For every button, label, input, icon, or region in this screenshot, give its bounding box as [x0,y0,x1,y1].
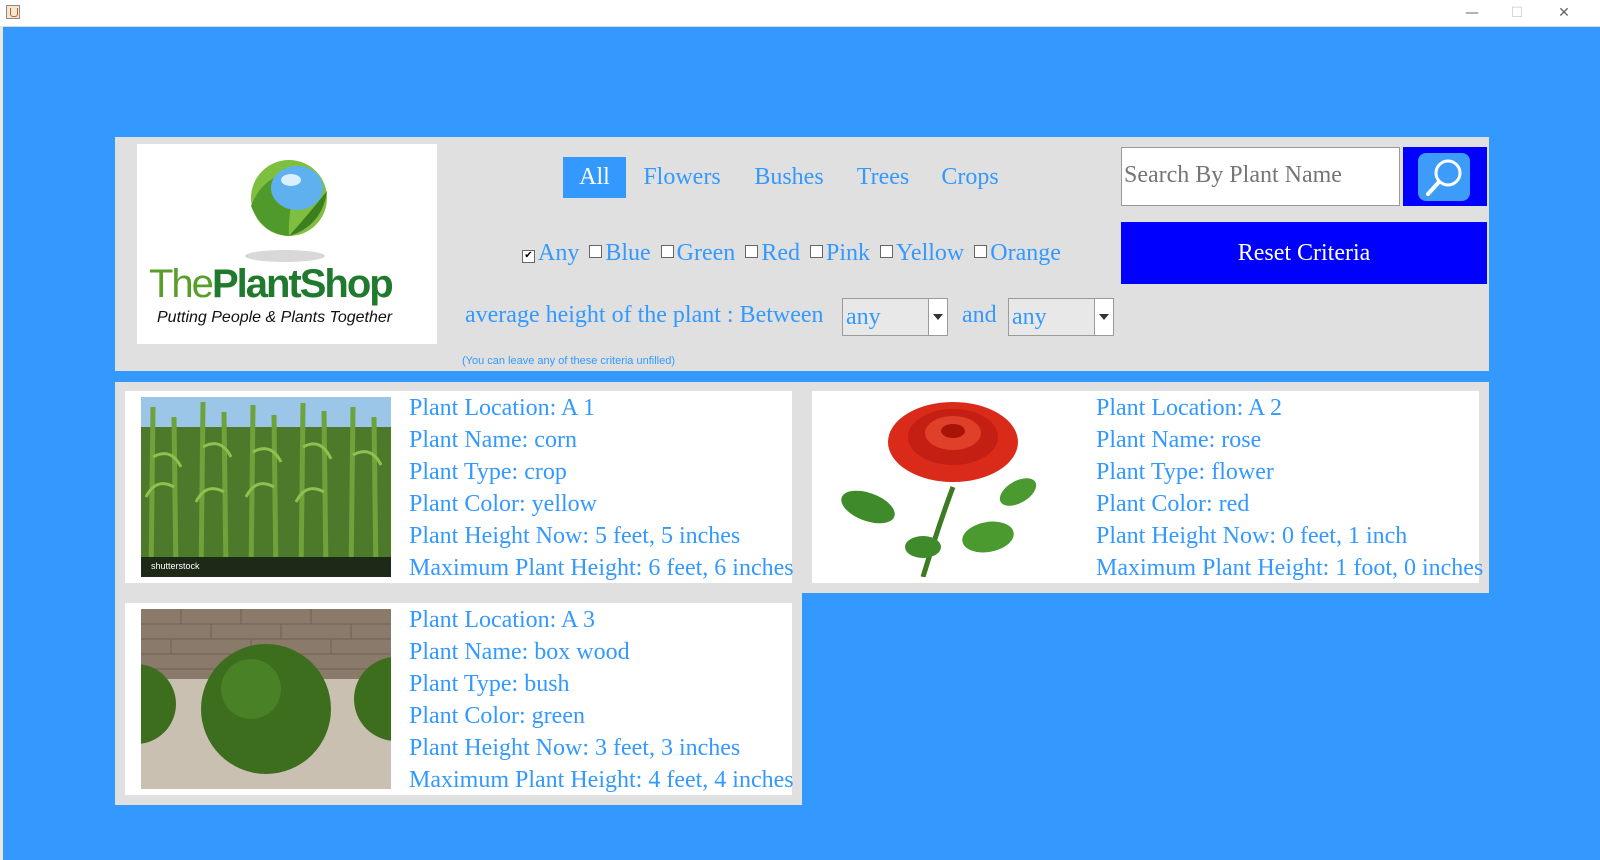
window-edge [0,26,3,860]
checkbox-icon[interactable] [660,245,674,258]
plant-card-rose[interactable]: Plant Location: A 2 Plant Name: rose Pla… [812,391,1483,583]
color-checkbox-red[interactable]: Red [745,240,806,267]
leaf-globe-icon [245,160,327,262]
color-checkbox-orange[interactable]: Orange [974,240,1067,267]
criteria-hint: (You can leave any of these criteria unf… [462,355,675,367]
search-input[interactable] [1122,148,1399,203]
reset-criteria-button[interactable]: Reset Criteria [1121,222,1487,284]
plant-name: Plant Name: corn [409,427,577,453]
plant-name: Plant Name: box wood [409,639,630,665]
plant-type: Plant Type: flower [1096,459,1274,485]
plant-type: Plant Type: bush [409,671,570,697]
checkbox-icon[interactable] [809,245,823,258]
tab-all[interactable]: All [563,157,626,198]
color-filter-row: ✔ Any Blue Green Red Pink Yellow Orange [522,240,1067,270]
plant-color: Plant Color: yellow [409,491,597,517]
checkbox-icon[interactable] [974,245,988,258]
plant-info: Plant Location: A 3 Plant Name: box wood… [409,604,794,796]
plant-color: Plant Color: green [409,703,585,729]
minimize-button[interactable]: — [1450,1,1494,25]
plant-max-height: Maximum Plant Height: 4 feet, 4 inches [409,767,794,793]
close-button[interactable]: ✕ [1542,1,1586,25]
plant-shop-logo: ThePlantShop Putting People & Plants Tog… [137,144,437,344]
tab-flowers[interactable]: Flowers [636,157,728,198]
height-filter-label: average height of the plant : Between [465,302,824,328]
plant-color: Plant Color: red [1096,491,1250,517]
maximize-button[interactable]: ☐ [1495,1,1539,25]
plant-max-height: Maximum Plant Height: 6 feet, 6 inches [409,555,794,581]
color-checkbox-any[interactable]: ✔ Any [522,240,585,267]
tab-crops[interactable]: Crops [935,157,1005,198]
plant-card-box-wood[interactable]: Plant Location: A 3 Plant Name: box wood… [125,603,794,796]
tab-trees[interactable]: Trees [851,157,915,198]
java-app-icon [6,5,20,19]
color-checkbox-pink[interactable]: Pink [809,240,876,267]
plant-type: Plant Type: crop [409,459,567,485]
logo-wordmark: ThePlantShop [149,262,394,306]
dropdown-arrow-icon[interactable] [928,299,947,335]
rose-photo [828,397,1078,577]
min-height-select[interactable]: any [842,298,948,336]
dropdown-arrow-icon[interactable] [1094,299,1113,335]
plant-max-height: Maximum Plant Height: 1 foot, 0 inches [1096,555,1484,581]
color-checkbox-yellow[interactable]: Yellow [880,240,970,267]
checkbox-checked-icon[interactable]: ✔ [522,250,535,263]
search-field[interactable] [1121,147,1400,206]
tab-bushes[interactable]: Bushes [745,157,833,198]
plant-card-corn[interactable]: shutterstock Plant Location: A 1 Plant N… [125,391,794,584]
checkbox-icon[interactable] [745,245,759,258]
title-bar: — ☐ ✕ [0,0,1600,27]
plant-location: Plant Location: A 1 [409,395,595,421]
plant-info: Plant Location: A 1 Plant Name: corn Pla… [409,392,794,584]
magnifier-icon [1426,159,1462,196]
plant-height-now: Plant Height Now: 5 feet, 5 inches [409,523,741,549]
checkbox-icon[interactable] [880,245,893,258]
plant-height-now: Plant Height Now: 0 feet, 1 inch [1096,523,1408,549]
search-button[interactable] [1403,147,1487,206]
color-checkbox-blue[interactable]: Blue [589,240,656,267]
color-checkbox-green[interactable]: Green [660,240,742,267]
corn-photo: shutterstock [141,397,391,577]
plant-name: Plant Name: rose [1096,427,1262,453]
max-height-select[interactable]: any [1008,298,1114,336]
logo-tagline: Putting People & Plants Together [157,309,393,326]
plant-location: Plant Location: A 3 [409,607,595,633]
plant-info: Plant Location: A 2 Plant Name: rose Pla… [1096,392,1483,584]
plant-height-now: Plant Height Now: 3 feet, 3 inches [409,735,741,761]
box-wood-photo [141,609,391,789]
height-and-label: and [962,302,997,328]
stock-watermark: shutterstock [151,561,200,571]
plant-location: Plant Location: A 2 [1096,395,1282,421]
checkbox-icon[interactable] [589,245,603,258]
